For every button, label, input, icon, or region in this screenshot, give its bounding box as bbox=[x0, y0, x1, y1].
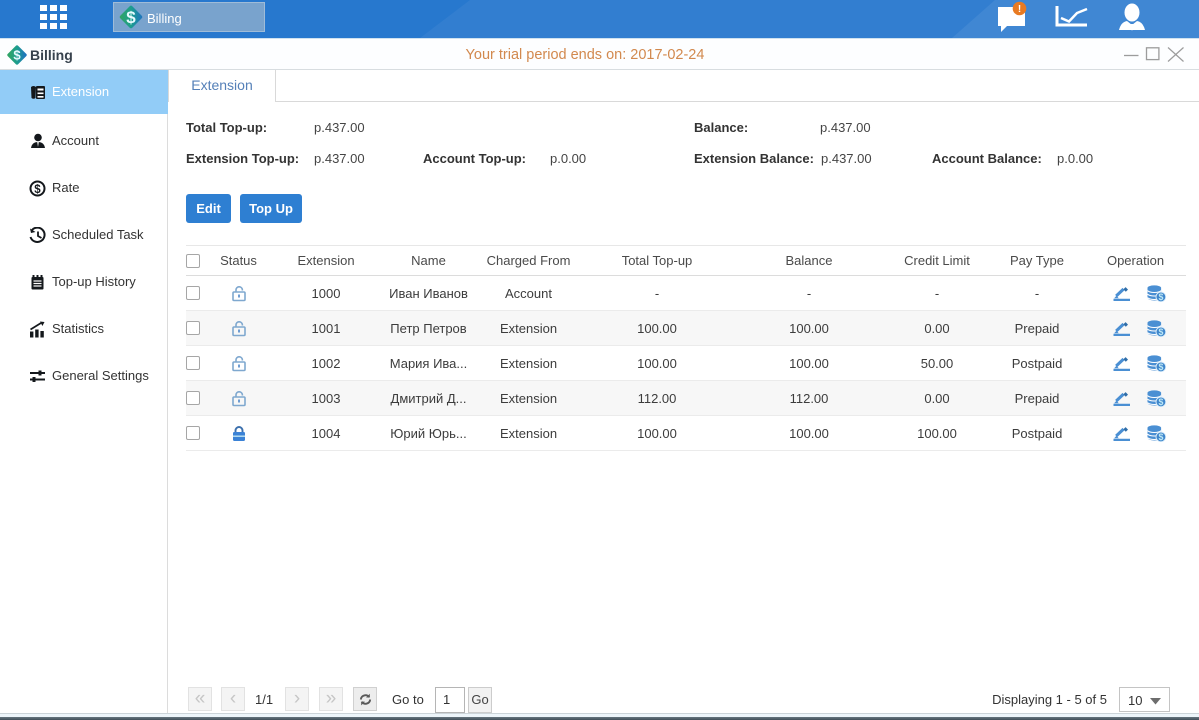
svg-text:$: $ bbox=[1158, 432, 1163, 442]
svg-text:$: $ bbox=[34, 184, 41, 196]
svg-text:$: $ bbox=[1158, 292, 1163, 302]
svg-text:$: $ bbox=[1158, 397, 1163, 407]
svg-text:!: ! bbox=[1018, 4, 1021, 15]
svg-text:$: $ bbox=[1158, 362, 1163, 372]
svg-text:$: $ bbox=[1158, 327, 1163, 337]
